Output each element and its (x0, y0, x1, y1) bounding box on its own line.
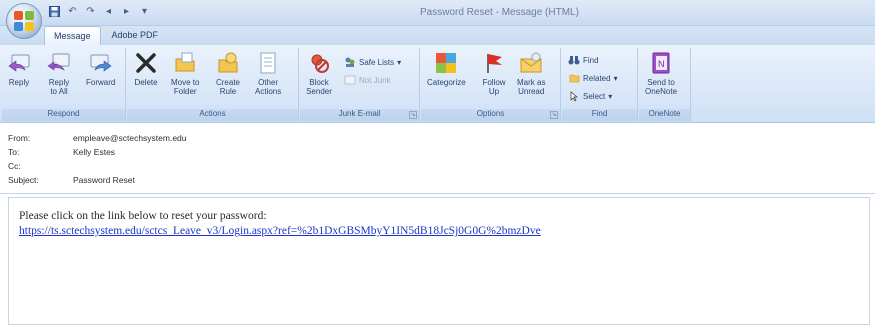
cc-row: Cc: (8, 161, 73, 171)
junk-email-group: Block Sender Safe Lists ▾ Not Junk Junk … (300, 48, 420, 121)
to-row: To: Kelly Estes (8, 147, 115, 157)
onenote-icon: N (648, 50, 674, 76)
undo-icon[interactable]: ↶ (66, 5, 79, 18)
other-actions-button[interactable]: Other Actions (255, 50, 281, 96)
onenote-group: N Send to OneNote OneNote (639, 48, 691, 121)
respond-group: Reply Reply to All Forward Respond (2, 48, 126, 121)
junk-email-group-label: Junk E-mail (300, 109, 419, 121)
delete-icon (133, 50, 159, 76)
delete-button[interactable]: Delete (133, 50, 159, 87)
move-to-folder-button[interactable]: Move to Folder (171, 50, 199, 96)
select-button[interactable]: Select ▾ (568, 90, 612, 102)
previous-icon[interactable]: ◂ (102, 5, 115, 18)
actions-group: Delete Move to Folder Create Rule Other … (127, 48, 299, 121)
junk-dialog-launcher-icon[interactable]: ↘ (409, 111, 417, 119)
categorize-icon (433, 50, 459, 76)
not-junk-icon (344, 74, 356, 86)
office-logo-icon (14, 11, 34, 31)
quick-access-toolbar: ↶ ↷ ◂ ▸ ▾ (48, 5, 151, 18)
to-label: To: (8, 147, 20, 157)
mark-as-unread-button[interactable]: Mark as Unread (517, 50, 545, 96)
binoculars-icon (568, 54, 580, 66)
find-group-label: Find (562, 109, 637, 121)
related-button[interactable]: Related ▾ (568, 72, 618, 84)
block-sender-button[interactable]: Block Sender (306, 50, 332, 96)
follow-up-flag-icon (481, 50, 507, 76)
forward-button[interactable]: Forward (86, 50, 115, 87)
from-row: From: empleave@sctechsystem.edu (8, 133, 187, 143)
options-group: Categorize Follow Up Mark as Unread Opti… (421, 48, 561, 121)
message-header: From: empleave@sctechsystem.edu To: Kell… (0, 124, 875, 192)
options-group-label: Options (421, 109, 560, 121)
from-value[interactable]: empleave@sctechsystem.edu (73, 133, 187, 143)
reply-icon (6, 50, 32, 76)
password-reset-link[interactable]: https://ts.sctechsystem.edu/sctcs_Leave_… (19, 225, 541, 237)
tab-message[interactable]: Message (44, 26, 101, 46)
actions-group-label: Actions (127, 109, 298, 121)
redo-icon[interactable]: ↷ (84, 5, 97, 18)
chevron-down-icon: ▾ (608, 91, 613, 101)
respond-group-label: Respond (2, 109, 125, 121)
not-junk-button: Not Junk (344, 74, 391, 86)
select-arrow-icon (568, 90, 580, 102)
header-divider (0, 193, 875, 194)
reply-all-icon (46, 50, 72, 76)
options-dialog-launcher-icon[interactable]: ↘ (550, 111, 558, 119)
chevron-down-icon: ▾ (397, 57, 402, 67)
cc-label: Cc: (8, 161, 21, 171)
next-icon[interactable]: ▸ (120, 5, 133, 18)
send-to-onenote-button[interactable]: N Send to OneNote (645, 50, 677, 96)
office-button[interactable] (6, 3, 42, 39)
from-label: From: (8, 133, 31, 143)
ribbon-tabs: Message Adobe PDF (44, 26, 167, 46)
window-title: Password Reset - Message (HTML) (420, 7, 579, 18)
safe-lists-button[interactable]: Safe Lists ▾ (344, 56, 401, 68)
related-icon (568, 72, 580, 84)
find-group: Find Related ▾ Select ▾ Find (562, 48, 638, 121)
block-sender-icon (306, 50, 332, 76)
ribbon: Reply Reply to All Forward Respond Delet… (0, 45, 875, 123)
reply-all-button[interactable]: Reply to All (46, 50, 72, 96)
subject-value: Password Reset (73, 175, 135, 185)
subject-label: Subject: (8, 175, 39, 185)
tab-adobe-pdf[interactable]: Adobe PDF (103, 26, 168, 46)
other-actions-icon (255, 50, 281, 76)
chevron-down-icon: ▾ (613, 73, 618, 83)
message-body[interactable]: Please click on the link below to reset … (8, 197, 870, 325)
categorize-button[interactable]: Categorize (427, 50, 466, 87)
to-value[interactable]: Kelly Estes (73, 147, 115, 157)
reply-button[interactable]: Reply (6, 50, 32, 87)
create-rule-icon (215, 50, 241, 76)
follow-up-button[interactable]: Follow Up (481, 50, 507, 96)
customize-icon[interactable]: ▾ (138, 5, 151, 18)
save-icon[interactable] (48, 5, 61, 18)
subject-row: Subject: Password Reset (8, 175, 135, 185)
find-button[interactable]: Find (568, 54, 599, 66)
move-folder-icon (172, 50, 198, 76)
mark-unread-icon (518, 50, 544, 76)
svg-text:N: N (658, 59, 665, 69)
onenote-group-label: OneNote (639, 109, 690, 121)
body-text: Please click on the link below to reset … (19, 210, 267, 222)
safe-lists-icon (344, 56, 356, 68)
create-rule-button[interactable]: Create Rule (215, 50, 241, 96)
forward-icon (88, 50, 114, 76)
